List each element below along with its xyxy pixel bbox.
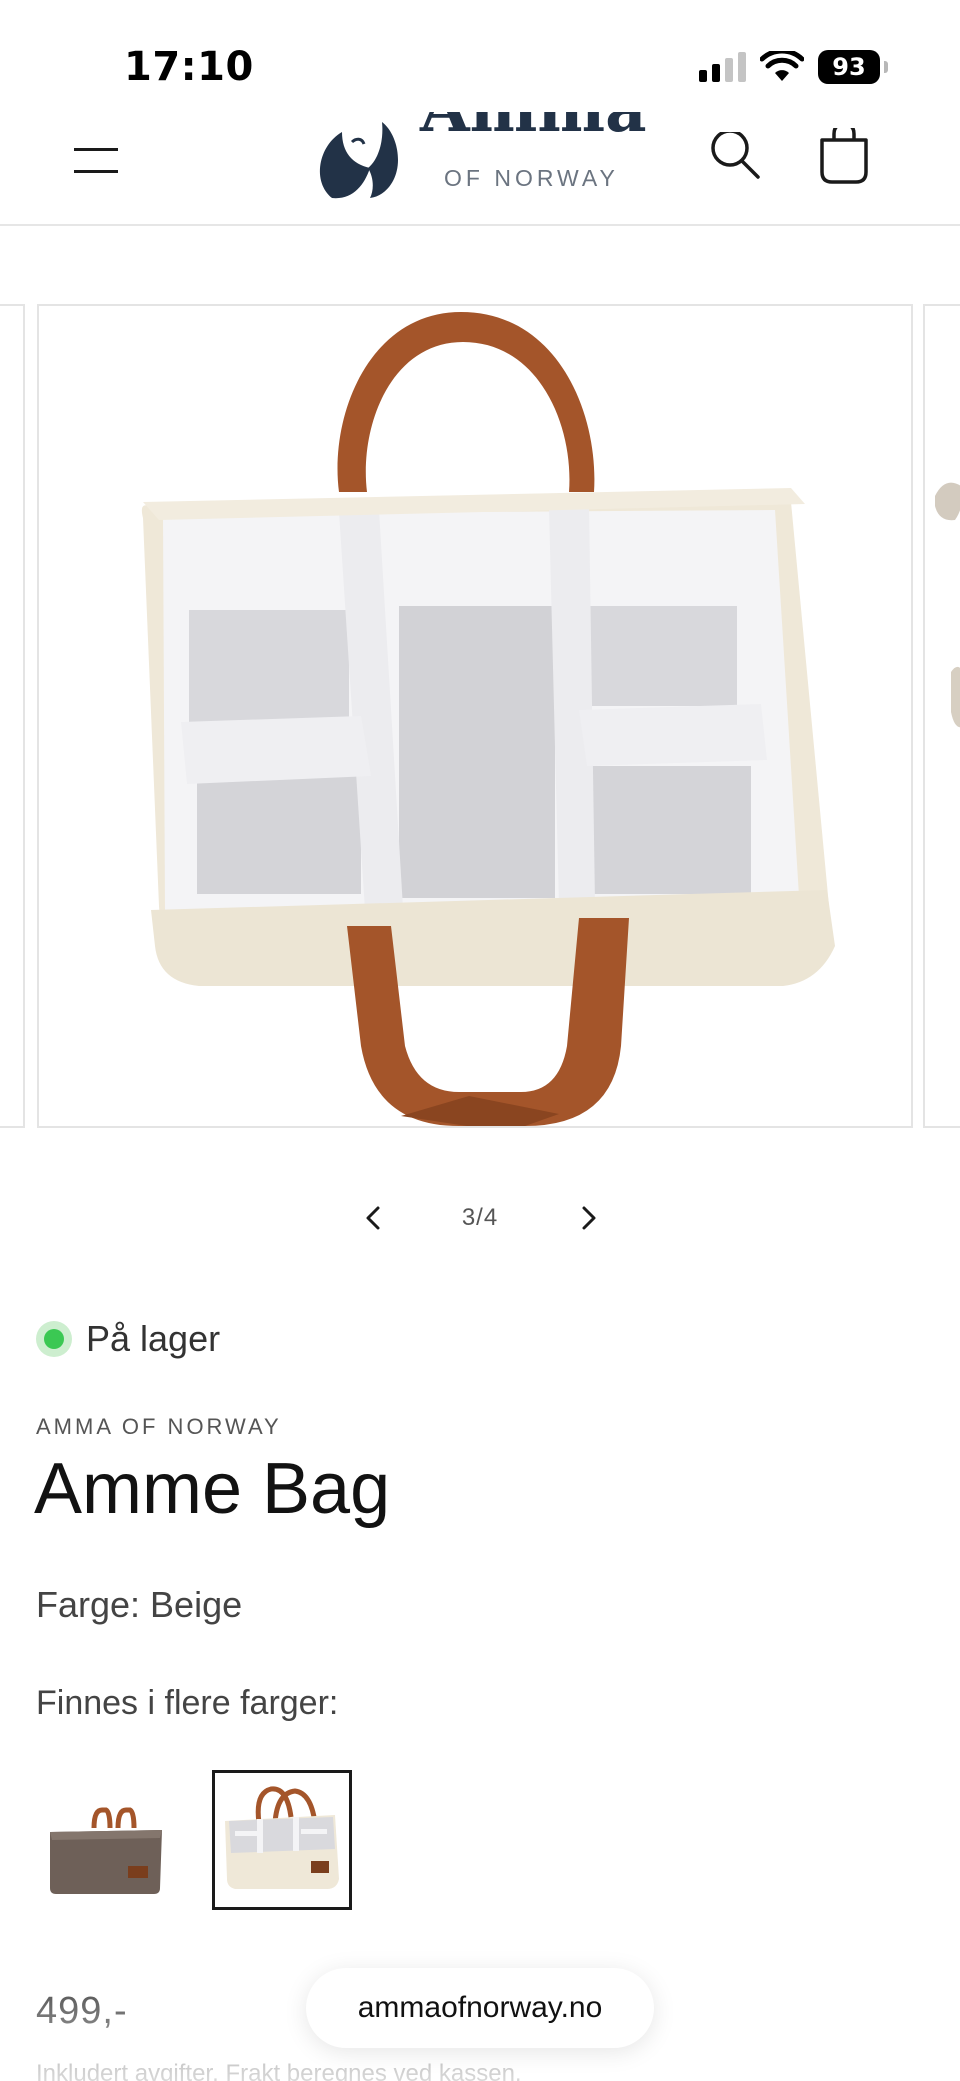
color-swatch-beige[interactable]	[212, 1770, 352, 1910]
search-icon	[711, 129, 760, 179]
shopping-bag-icon	[820, 122, 868, 184]
logo-subtitle: OF NORWAY	[444, 165, 619, 191]
in-stock-dot-icon	[36, 1321, 72, 1357]
gallery-slide-current[interactable]	[37, 304, 913, 1128]
status-bar: 17:10 93	[0, 0, 960, 130]
browser-url-bar[interactable]: ammaofnorway.no	[306, 1968, 654, 2048]
menu-button[interactable]	[70, 140, 126, 180]
selected-color-label: Farge: Beige	[36, 1584, 243, 1625]
cart-button[interactable]	[814, 122, 874, 192]
brown-caddy-thumbnail	[50, 1807, 162, 1894]
slide-counter: 3/4	[461, 1204, 499, 1231]
tax-note-prefix: Inkludert avgifter.	[36, 2060, 226, 2081]
stock-status: På lager	[36, 1318, 220, 1360]
battery-icon: 93	[818, 50, 888, 84]
next-slide-button[interactable]	[564, 1194, 612, 1242]
shipping-policy-link[interactable]: Frakt	[225, 2060, 280, 2081]
product-image-caddy-organizer	[141, 312, 835, 1126]
battery-level: 93	[832, 53, 866, 81]
stock-status-text: På lager	[86, 1318, 221, 1359]
color-swatch-brown[interactable]	[36, 1770, 176, 1910]
beige-caddy-thumbnail	[225, 1786, 339, 1889]
search-button[interactable]	[706, 129, 766, 192]
product-title: Amme Bag	[34, 1449, 391, 1529]
site-header: Amma OF NORWAY	[0, 112, 960, 226]
cellular-signal-icon	[699, 52, 746, 82]
logo-wordmark: Amma	[420, 112, 647, 147]
status-icons: 93	[699, 50, 888, 84]
status-time: 17:10	[124, 44, 254, 90]
wifi-icon	[760, 51, 804, 81]
tax-note-suffix: beregnes ved kassen.	[280, 2060, 522, 2081]
next-slide-image-peek	[935, 482, 960, 728]
more-colors-label: Finnes i flere farger:	[36, 1684, 339, 1722]
logo-mother-child-icon	[319, 122, 398, 199]
chevron-left-icon	[366, 1206, 380, 1230]
chevron-right-icon	[582, 1206, 596, 1230]
tax-shipping-note: Inkludert avgifter. Frakt beregnes ved k…	[36, 2060, 522, 2081]
gallery-slide-next[interactable]	[923, 304, 960, 1128]
product-price: 499,-	[36, 1990, 128, 2032]
previous-slide-button[interactable]	[350, 1194, 398, 1242]
gallery-slide-previous[interactable]	[0, 304, 25, 1128]
product-gallery[interactable]	[0, 304, 960, 1128]
product-vendor: AMMA OF NORWAY	[36, 1414, 282, 1439]
site-logo[interactable]: Amma OF NORWAY	[312, 112, 647, 208]
gallery-pager: 3/4	[0, 1190, 960, 1246]
